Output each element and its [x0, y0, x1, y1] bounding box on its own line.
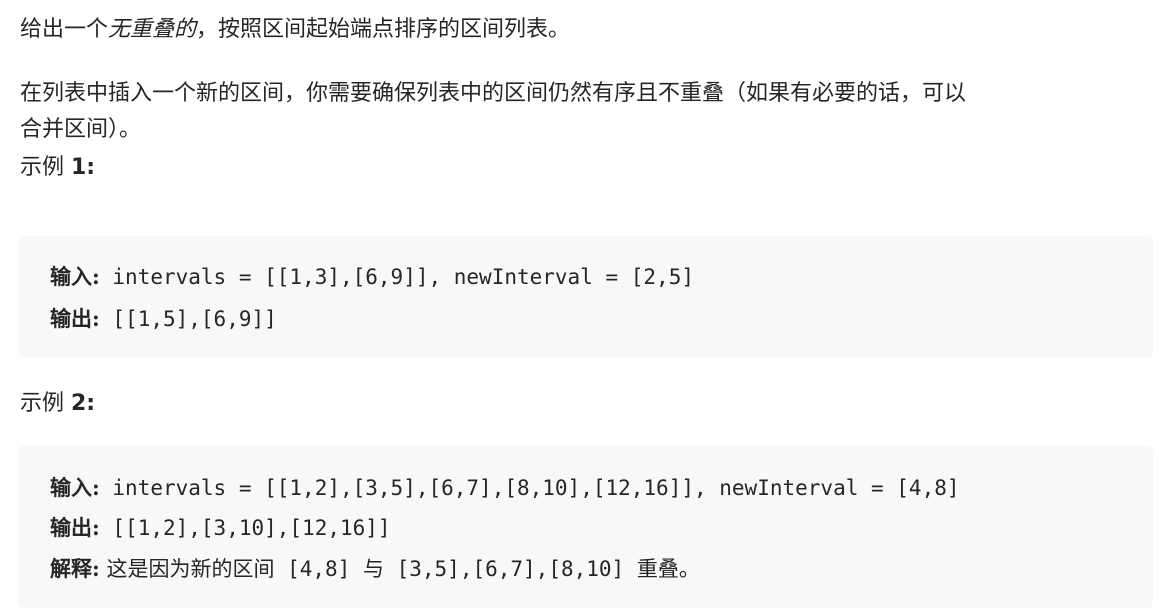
example-2-input-label: 输入: [50, 475, 100, 500]
intro-text-before: 给出一个 [20, 17, 109, 42]
example-2-explanation-line: 解释: 这是因为新的区间 [4,8] 与 [3,5],[6,7],[8,10] … [50, 554, 700, 584]
task-description-line-2: 合并区间）。 [20, 117, 142, 142]
example-2-explanation-text-1: 这是因为新的区间 [99, 557, 275, 581]
example-2-code-block: 输入: intervals = [[1,2],[3,5],[6,7],[8,10… [18, 446, 1153, 608]
example-2-heading-prefix: 示例 [20, 391, 71, 416]
example-2-explanation-text-3: 重叠。 [636, 557, 700, 581]
example-2-input-value: intervals = [[1,2],[3,5],[6,7],[8,10],[1… [99, 476, 960, 500]
example-2-explanation-code-1: [4,8] [274, 557, 363, 581]
problem-intro: 给出一个无重叠的，按照区间起始端点排序的区间列表。 [20, 12, 570, 48]
example-2-heading-number: 2: [71, 391, 96, 416]
example-2-output-label: 输出: [50, 515, 100, 540]
example-1-output-value: [[1,5],[6,9]] [99, 307, 277, 331]
task-description-line-1: 在列表中插入一个新的区间，你需要确保列表中的区间仍然有序且不重叠（如果有必要的话… [20, 81, 967, 106]
example-1-heading-prefix: 示例 [20, 155, 71, 180]
example-1-output-line: 输出: [[1,5],[6,9]] [50, 304, 277, 334]
example-1-input-label: 输入: [50, 264, 100, 289]
example-1-input-value: intervals = [[1,3],[6,9]], newInterval =… [99, 265, 694, 289]
intro-text-after: ，按照区间起始端点排序的区间列表。 [196, 17, 571, 42]
example-1-heading: 示例 1: [20, 150, 95, 186]
intro-emphasis: 无重叠的 [108, 17, 197, 42]
example-2-heading: 示例 2: [20, 386, 95, 422]
example-2-explanation-text-2: 与 [362, 557, 384, 581]
example-1-output-label: 输出: [50, 306, 100, 331]
example-1-input-line: 输入: intervals = [[1,3],[6,9]], newInterv… [50, 262, 694, 292]
example-2-explanation-code-2: [3,5],[6,7],[8,10] [383, 557, 637, 581]
example-2-input-line: 输入: intervals = [[1,2],[3,5],[6,7],[8,10… [50, 473, 960, 503]
example-2-explanation-label: 解释: [50, 556, 100, 581]
example-1-heading-number: 1: [71, 155, 96, 180]
example-1-code-block: 输入: intervals = [[1,3],[6,9]], newInterv… [18, 236, 1153, 358]
example-2-output-value: [[1,2],[3,10],[12,16]] [99, 516, 391, 540]
example-2-output-line: 输出: [[1,2],[3,10],[12,16]] [50, 513, 391, 543]
